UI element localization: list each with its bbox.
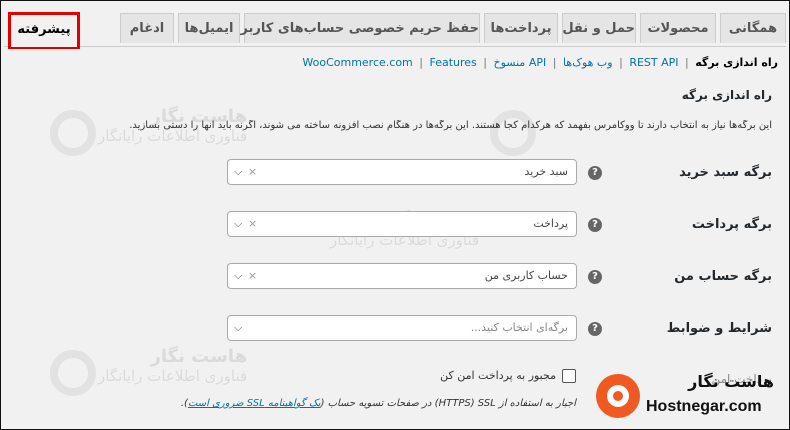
force-secure-checkout-row[interactable]: مجبور به پرداخت امن کن (440, 369, 576, 383)
subnav-link-rest-api[interactable]: REST API (629, 56, 678, 69)
my-account-page-label: برگه حساب من (674, 269, 772, 284)
hostnegar-brand: هاست نگار Hostnegar.com (596, 370, 786, 426)
tab-general[interactable]: همگانی (720, 13, 786, 43)
watermark-logo-icon (490, 110, 536, 156)
question-circle-icon[interactable]: ? (588, 322, 602, 336)
subnav-link-legacy-api[interactable]: API منسوخ (494, 56, 547, 69)
force-secure-checkout-label: مجبور به پرداخت امن کن (440, 369, 556, 382)
hostnegar-logo-icon (596, 374, 640, 418)
question-circle-icon[interactable]: ? (588, 270, 602, 284)
tab-advanced[interactable]: پیشرفته (8, 12, 80, 49)
force-secure-checkout-checkbox[interactable] (562, 369, 576, 383)
checkout-page-select[interactable]: پرداخت ⌵ × (227, 211, 577, 237)
brand-name-fa: هاست نگار (688, 372, 774, 391)
cart-page-select[interactable]: سبد خرید ⌵ × (227, 159, 577, 185)
chevron-down-icon[interactable]: ⌵ (234, 321, 242, 334)
watermark-title: هاست نگار (150, 346, 248, 367)
note-text-end: ). (180, 398, 188, 409)
subnav-separator: | (552, 56, 557, 69)
terms-page-label: شرایط و ضوابط (666, 321, 772, 336)
subnav-separator: | (483, 56, 488, 69)
tab-products[interactable]: محصولات (640, 13, 716, 43)
brand-name-en: Hostnegar.com (646, 398, 762, 415)
section-title: راه اندازی برگه (681, 88, 772, 102)
settings-tabs: همگانی محصولات حمل و نقل پرداخت‌ها حفظ ح… (4, 10, 786, 49)
select-controls: ⌵ × (234, 264, 257, 288)
watermark-subtitle: فناوری اطلاعات رایانگار (98, 367, 248, 385)
subnav-link-features[interactable]: Features (429, 56, 476, 69)
tab-emails[interactable]: ایمیل‌ها (178, 13, 240, 43)
note-text: اجبار به استفاده از HTTPS) SSL) در صفحات… (320, 398, 576, 409)
watermark: هاست نگار فناوری اطلاعات رایانگار (98, 346, 247, 385)
chevron-down-icon[interactable]: ⌵ (234, 217, 242, 230)
subnav-link-webhooks[interactable]: وب هوک‌ها (563, 56, 613, 69)
section-description: این برگه‌ها نیاز به انتخاب دارند تا ووکا… (129, 120, 772, 131)
checkout-page-label: برگه پرداخت (691, 217, 772, 232)
subnav-separator: | (685, 56, 689, 69)
select-controls: ⌵ × (234, 212, 257, 236)
terms-page-select[interactable]: برگه‌ای انتخاب کنید... ⌵ (227, 315, 577, 341)
select-controls: ⌵ (234, 316, 242, 340)
select-placeholder: برگه‌ای انتخاب کنید... (470, 321, 568, 334)
watermark-logo-icon (50, 110, 96, 156)
select-value: حساب کاربری من (484, 269, 568, 282)
select-controls: ⌵ × (234, 160, 257, 184)
subnav-link-woocommerce-com[interactable]: WooCommerce.com (302, 56, 412, 69)
clear-x-icon[interactable]: × (248, 217, 257, 230)
ssl-certificate-link[interactable]: یک گواهینامه SSL ضروری است (188, 398, 321, 409)
subnav-separator: | (619, 56, 623, 69)
watermark-logo-icon (50, 350, 96, 396)
select-value: سبد خرید (524, 165, 568, 178)
tab-privacy-accounts[interactable]: حفظ حریم خصوصی حساب‌های کاربری (229, 13, 480, 43)
clear-x-icon[interactable]: × (248, 165, 257, 178)
tab-shipping[interactable]: حمل و نقل (562, 13, 636, 43)
question-circle-icon[interactable]: ? (588, 166, 602, 180)
chevron-down-icon[interactable]: ⌵ (234, 269, 242, 282)
tab-integration[interactable]: ادغام (120, 13, 174, 43)
question-circle-icon[interactable]: ? (588, 218, 602, 232)
select-value: پرداخت (533, 217, 568, 230)
clear-x-icon[interactable]: × (248, 269, 257, 282)
advanced-subnav: راه اندازی برگه | REST API | وب هوک‌ها |… (300, 56, 778, 72)
subnav-current-page-setup: راه اندازی برگه (695, 56, 778, 69)
subnav-separator: | (419, 56, 423, 69)
secure-checkout-note: اجبار به استفاده از HTTPS) SSL) در صفحات… (181, 398, 576, 409)
tab-payments[interactable]: پرداخت‌ها (484, 13, 558, 43)
my-account-page-select[interactable]: حساب کاربری من ⌵ × (227, 263, 577, 289)
cart-page-label: برگه سبد خرید (679, 165, 772, 180)
chevron-down-icon[interactable]: ⌵ (234, 165, 242, 178)
